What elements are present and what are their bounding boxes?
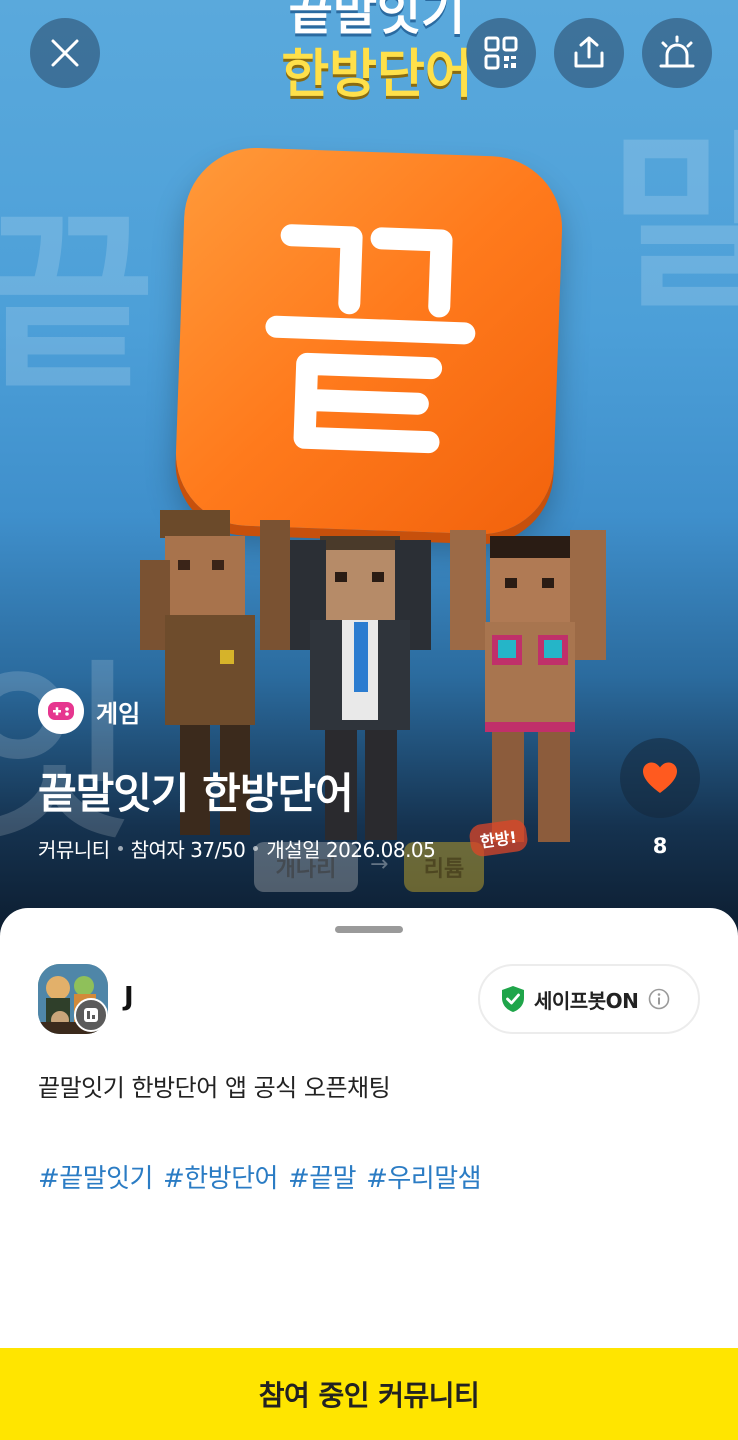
hashtag[interactable]: #끝말 [288, 1158, 357, 1195]
hashtag[interactable]: #끝말잇기 [38, 1158, 153, 1195]
heart-icon [643, 762, 677, 793]
share-icon [574, 36, 604, 68]
app-logo [173, 145, 565, 537]
info-icon[interactable] [648, 988, 670, 1010]
safebot-status[interactable]: 세이프봇ON [478, 964, 700, 1034]
logo-glyph-icon [265, 224, 476, 454]
opened-date: 개설일 2026.08.05 [266, 838, 436, 862]
joined-community-button[interactable]: 참여 중인 커뮤니티 [0, 1348, 738, 1440]
close-button[interactable] [30, 18, 100, 88]
safebot-label: 세이프봇ON [534, 988, 639, 1013]
qr-code-icon [484, 36, 518, 70]
participant-count: 참여자 37/50 [130, 838, 246, 862]
room-description: 끝말잇기 한방단어 앱 공식 오픈채팅 [38, 1074, 391, 1102]
hashtag[interactable]: #우리말샘 [366, 1158, 481, 1195]
room-type: 커뮤니티 [38, 838, 110, 862]
qr-code-button[interactable] [466, 18, 536, 88]
hashtag[interactable]: #한방단어 [163, 1158, 278, 1195]
like-count: 8 [652, 834, 668, 858]
room-meta: 커뮤니티 참여자 37/50 개설일 2026.08.05 [38, 834, 436, 863]
sheet-handle[interactable] [335, 926, 403, 933]
close-icon [51, 39, 79, 67]
app-name-line1: 끝말잇기 [288, 0, 466, 41]
share-button[interactable] [554, 18, 624, 88]
room-cover: 끝 말 잇 끝말잇기 한방단어 개나리 → 리튬 한방! 게임 끝말잇기 한방단… [0, 0, 738, 940]
report-button[interactable] [642, 18, 712, 88]
like-button[interactable] [620, 738, 700, 818]
category-chip: 게임 [38, 688, 140, 734]
hashtag-list: #끝말잇기 #한방단어 #끝말 #우리말샘 [38, 1158, 482, 1195]
owner-name[interactable]: J [124, 982, 134, 1012]
room-title: 끝말잇기 한방단어 [38, 769, 354, 818]
shield-check-icon [502, 986, 524, 1012]
bg-glyph: 말 [610, 114, 738, 335]
app-name-art: 끝말잇기 한방단어 [262, 0, 492, 106]
join-button-label: 참여 중인 커뮤니티 [258, 1379, 480, 1412]
bg-glyph: 끝 [0, 194, 155, 415]
category-label: 게임 [96, 699, 141, 728]
separator-dot [117, 846, 123, 851]
game-controller-icon [38, 688, 84, 734]
app-name-line2: 한방단어 [281, 45, 473, 105]
siren-icon [659, 35, 695, 68]
owner-badge-icon [74, 998, 108, 1032]
separator-dot [253, 846, 259, 851]
